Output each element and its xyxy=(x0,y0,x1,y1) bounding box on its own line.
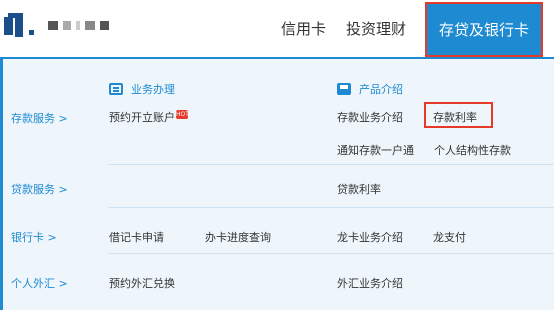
logo-dot xyxy=(29,29,34,35)
section-products: 产品介绍 xyxy=(337,80,403,98)
link-open-account-label: 预约开立账户 xyxy=(109,111,175,124)
divider xyxy=(108,164,554,165)
nav-credit-card[interactable]: 信用卡 xyxy=(281,0,326,57)
link-card-progress[interactable]: 办卡进度查询 xyxy=(205,229,271,245)
category-forex[interactable]: 个人外汇 > xyxy=(11,275,68,291)
category-loan[interactable]: 贷款服务 > xyxy=(11,181,68,197)
section-business: 业务办理 xyxy=(109,80,175,98)
bank-logo[interactable] xyxy=(4,12,109,38)
link-forex-exchange[interactable]: 预约外汇兑换 xyxy=(109,275,175,291)
link-long-card-intro[interactable]: 龙卡业务介绍 xyxy=(337,229,403,245)
link-structured-deposit[interactable]: 个人结构性存款 xyxy=(434,142,511,158)
link-long-pay[interactable]: 龙支付 xyxy=(433,229,466,245)
list-icon xyxy=(109,83,123,95)
card-icon xyxy=(337,83,351,95)
logo-mark-icon xyxy=(4,13,24,37)
logo-text-blurred xyxy=(48,20,109,30)
divider xyxy=(108,207,554,208)
section-products-label: 产品介绍 xyxy=(359,83,403,96)
link-open-account[interactable]: 预约开立账户HOT xyxy=(109,109,189,125)
deposit-rate-highlight xyxy=(424,102,493,128)
dropdown-panel xyxy=(0,59,554,310)
top-header: 信用卡 投资理财 存贷及银行卡 xyxy=(0,0,554,59)
link-notice-deposit[interactable]: 通知存款一户通 xyxy=(337,142,414,158)
link-debit-card-apply[interactable]: 借记卡申请 xyxy=(109,229,164,245)
link-forex-intro[interactable]: 外汇业务介绍 xyxy=(337,275,403,291)
nav-deposit-bank-card[interactable]: 存贷及银行卡 xyxy=(425,2,543,57)
category-bank-card[interactable]: 银行卡 > xyxy=(11,229,57,245)
divider xyxy=(108,253,554,254)
hot-badge-icon: HOT xyxy=(176,110,189,119)
section-business-label: 业务办理 xyxy=(131,83,175,96)
nav-invest[interactable]: 投资理财 xyxy=(346,0,406,57)
link-deposit-intro[interactable]: 存款业务介绍 xyxy=(337,109,403,125)
link-loan-rate[interactable]: 贷款利率 xyxy=(337,181,381,197)
category-deposit[interactable]: 存款服务 > xyxy=(11,110,68,126)
